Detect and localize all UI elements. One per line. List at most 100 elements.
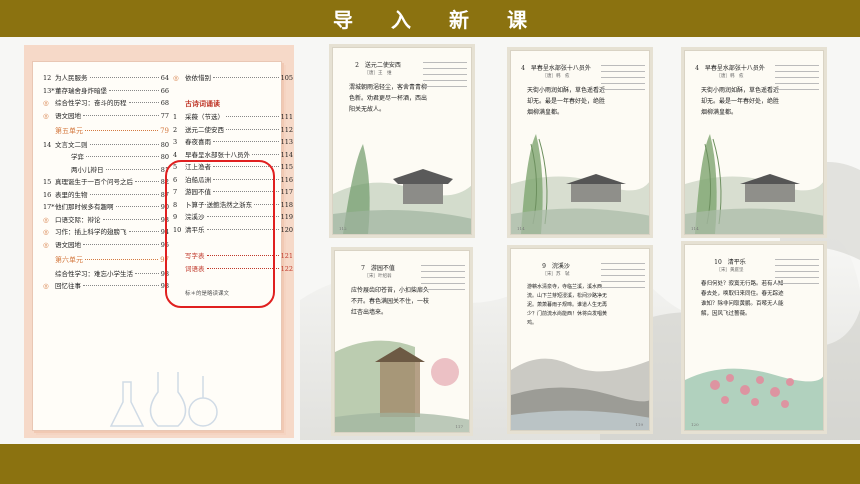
page-number: 112 — [339, 226, 347, 231]
page-poem-title: 9 浣溪沙 — [542, 263, 570, 270]
toc-leader-dots — [89, 193, 159, 195]
toc-entry-page: 115 — [280, 163, 293, 171]
toc-entry-title: 习作：插上科学的翅膀飞 — [55, 228, 127, 236]
toc-entry-number: 12 — [43, 74, 52, 82]
toc-leader-dots — [128, 231, 159, 232]
page-number: 119 — [635, 422, 643, 427]
toc-entry: 第五单元 79 — [43, 126, 169, 139]
toc-entry-page: 80 — [160, 153, 169, 161]
toc-entry — [173, 85, 293, 99]
page-poem-text: 应怜屐齿印苍苔，小扣柴扉久不开。春色满园关不住，一枝红杏出墙来。 — [351, 287, 430, 316]
toc-entry: 12 为人民服务 64 — [43, 72, 169, 85]
toc-entry-title: 综合性学习：难忘小学生活 — [55, 269, 133, 278]
page-poem-author: ［唐］王 维 — [364, 71, 392, 76]
toc-entry-page: 79 — [160, 127, 169, 135]
toc-entry: 17* 他们那时候多有趣啊 90 — [43, 201, 169, 214]
toc-entry-page: 112 — [280, 125, 293, 134]
toc-entry: 第六单元 97 — [43, 255, 169, 268]
toc-entry-page: 116 — [280, 175, 293, 184]
toc-entry-title: 第六单元 — [55, 256, 83, 264]
toc-leader-dots — [135, 272, 159, 274]
lab-flask-illustration — [109, 372, 218, 427]
toc-leader-dots — [86, 156, 159, 157]
toc-entry-title: 采薇（节选） — [185, 113, 224, 121]
toc-entry: ◎ 语文园地 95 — [43, 239, 169, 252]
toc-entry: ◎ 习作：插上科学的翅膀飞 94 — [43, 226, 169, 239]
toc-entry: ◎ 语文园地 77 — [43, 110, 169, 123]
toc-entry-title: 两小儿辩日 — [71, 165, 104, 174]
toc-leader-dots — [213, 77, 279, 78]
toc-entry-number: 13* — [43, 86, 55, 95]
toc-leader-dots — [89, 77, 159, 78]
table-of-contents-panel: 12 为人民服务 64 13* 董存瑞舍身炸暗堡 66 ◎ 综合性学习：奋斗的历程 68 ◎ 语文园… — [24, 45, 294, 438]
toc-leader-dots — [105, 168, 159, 170]
page-notes — [775, 259, 819, 311]
toc-entry-page: 111 — [280, 113, 293, 121]
toc-entry-title: 古诗词诵读 — [185, 98, 220, 108]
toc-leader-dots — [252, 153, 279, 155]
header-bar: 导入新课 — [0, 0, 860, 37]
toc-entry-title: 早春呈水部张十八员外 — [185, 150, 250, 159]
toc-entry-title: 语文园地 — [55, 240, 81, 249]
toc-entry: ◎ 综合性学习：奋斗的历程 68 — [43, 97, 169, 110]
textbook-page-2: 4 早春呈水部张十八员外 ［唐］韩 愈 天街小雨润如酥，草色遥看近却无。最是一年… — [510, 50, 650, 235]
garden-gate-illustration — [335, 340, 469, 432]
toc-entry-number: ◎ — [43, 282, 49, 290]
textbook-page-5: 9 浣溪沙 ［宋］苏 轼 游蕲水清泉寺，寺临兰溪，溪水西流。山下兰芽短浸溪，松间… — [510, 248, 650, 431]
toc-leader-dots — [226, 116, 279, 117]
textbook-page-4: 7 游园不值 ［宋］叶绍翁 应怜屐齿印苍苔，小扣柴扉久不开。春色满园关不住，一枝… — [334, 250, 470, 433]
page-poem-text: 渭城朝雨浥轻尘，客舍青青柳色新。劝君更尽一杯酒，西出阳关无故人。 — [349, 84, 428, 113]
toc-leader-dots — [135, 181, 159, 182]
toc-entry-title: 依依惜别 — [185, 74, 211, 82]
toc-leader-dots — [109, 89, 159, 91]
page-poem-author: ［唐］韩 愈 — [716, 74, 744, 79]
toc-leader-dots — [89, 143, 159, 145]
toc-entry: ◎ 依依惜别 105 — [173, 72, 293, 85]
page-poem-author: ［唐］韩 愈 — [542, 74, 570, 79]
toc-entry-number: 15 — [43, 178, 52, 186]
page-poem-title: 4 早春呈水部张十八员外 — [695, 65, 765, 72]
toc-entry-number: 17* — [43, 203, 55, 211]
toc-entry-page: 114 — [280, 150, 293, 159]
toc-entry-title: 春夜喜雨 — [185, 138, 211, 146]
toc-entry: 16 表里的生物 87 — [43, 189, 169, 202]
toc-leader-dots — [226, 128, 279, 130]
toc-entry-page: 118 — [280, 200, 293, 209]
toc-entry-page: 80 — [160, 140, 169, 149]
willow-city-illustration — [511, 134, 649, 234]
toc-entry-page: 121 — [280, 252, 293, 260]
toc-leader-dots — [102, 218, 159, 220]
inn-landscape-illustration — [333, 144, 471, 234]
toc-entry-title: 董存瑞舍身炸暗堡 — [55, 86, 107, 95]
page-number: 117 — [455, 424, 463, 429]
toc-entry-page: 68 — [160, 99, 169, 107]
toc-entry-number: 14 — [43, 140, 52, 149]
textbook-page-1: 2 送元二使安西 ［唐］王 维 渭城朝雨浥轻尘，客舍青青柳色新。劝君更尽一杯酒，… — [332, 47, 472, 235]
toc-entry-page: 77 — [160, 111, 169, 120]
toc-entry: 学弈 80 — [43, 151, 169, 164]
toc-entry-number: ◎ — [43, 111, 49, 120]
page-poem-title: 4 早春呈水部张十八员外 — [521, 65, 591, 72]
page-number: 114 — [517, 226, 525, 231]
toc-entry-title: 回忆往事 — [55, 282, 81, 290]
toc-entry-number: ◎ — [43, 228, 49, 236]
toc-left-column: 12 为人民服务 64 13* 董存瑞舍身炸暗堡 66 ◎ 综合性学习：奋斗的历程 68 ◎ 语文园… — [43, 72, 169, 293]
toc-entry-title: 他们那时候多有趣啊 — [55, 203, 114, 211]
toc-entry: 2 送元二使安西 112 — [173, 124, 293, 137]
toc-entry: ◎ 回忆往事 98 — [43, 280, 169, 293]
toc-entry: 3 春夜喜雨 113 — [173, 136, 293, 149]
toc-entry: 古诗词诵读 — [173, 99, 293, 112]
toc-entry-number: ◎ — [43, 215, 49, 224]
toc-entry: ◎ 口语交际：辩论 93 — [43, 214, 169, 227]
toc-page: 12 为人民服务 64 13* 董存瑞舍身炸暗堡 66 ◎ 综合性学习：奋斗的历程 68 ◎ 语文园… — [32, 61, 293, 431]
river-landscape-illustration — [511, 358, 649, 430]
page-poem-title: 2 送元二使安西 — [355, 62, 401, 69]
toc-entry-title: 表里的生物 — [55, 190, 88, 199]
toc-entry: 14 文言文二则 80 — [43, 139, 169, 152]
toc-leader-dots — [85, 259, 159, 260]
toc-entry-title: 学弈 — [71, 153, 84, 161]
page-poem-author: ［宋］黄庭坚 — [716, 268, 744, 273]
toc-entry-title: 口语交际：辩论 — [55, 215, 101, 224]
page-poem-title: 10 清平乐 — [714, 259, 746, 266]
toc-entry-page: 66 — [160, 86, 169, 95]
